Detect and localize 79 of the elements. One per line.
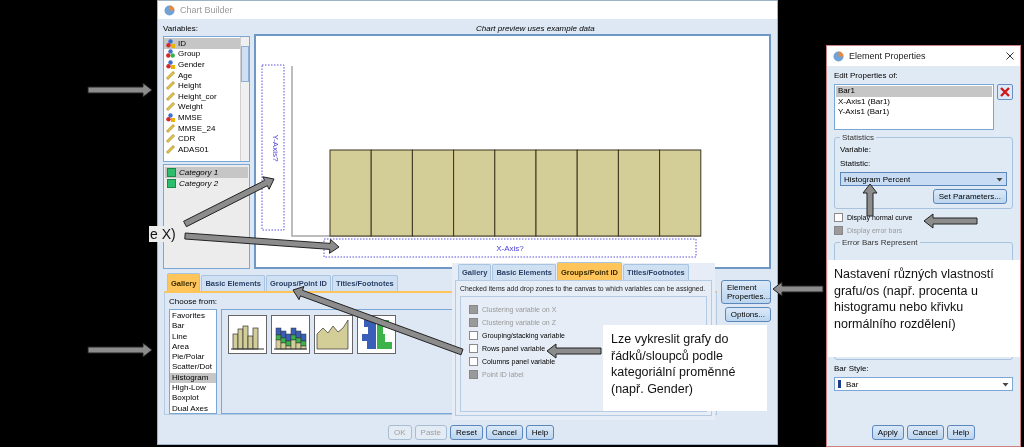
x-axis-drop-zone[interactable]: X-Axis? [323, 238, 697, 258]
chart-type-item[interactable]: Line [170, 331, 216, 342]
variable-item[interactable]: Weight [164, 101, 240, 113]
variable-item[interactable]: Height [164, 80, 240, 91]
chart-type-item[interactable]: High-Low [170, 383, 216, 394]
variable-item[interactable]: MMSE_24 [164, 122, 240, 134]
chart-type-item[interactable]: Pie/Polar [170, 352, 216, 363]
bar-style-label: Bar Style: [834, 363, 870, 374]
delete-button[interactable] [997, 84, 1013, 100]
statistic-label: Statistic: [840, 158, 872, 169]
variable-label: Variable: [840, 144, 872, 155]
dialog-button[interactable]: Help [946, 425, 976, 440]
element-item[interactable]: Y-Axis1 (Bar1) [836, 107, 992, 118]
callout-text-fragment: e X) [149, 226, 177, 242]
close-icon[interactable] [1006, 52, 1014, 60]
variable-item[interactable]: ADAS01 [164, 143, 240, 155]
arrow [87, 82, 153, 98]
element-item[interactable]: Bar1 [836, 86, 992, 97]
variables-label: Variables: [163, 23, 199, 34]
element-item[interactable]: X-Axis1 (Bar1) [836, 96, 992, 108]
string-variable-icon [166, 38, 175, 48]
edit-properties-label: Edit Properties of: [834, 70, 899, 81]
chart-type-item[interactable]: Bar [170, 321, 216, 332]
options-button[interactable]: Options... [724, 307, 771, 322]
bar-style-dropdown[interactable]: Bar [834, 377, 1013, 391]
choose-from-label: Choose from: [169, 296, 219, 307]
y-axis-drop-zone[interactable]: Y-Axis? [261, 64, 285, 231]
checkbox[interactable] [834, 212, 843, 222]
dropdown-arrow-icon [1002, 381, 1009, 387]
stacked-histogram-thumbnail[interactable] [271, 315, 310, 354]
checkbox[interactable] [469, 356, 478, 366]
app-icon [833, 50, 844, 62]
arrow [546, 343, 602, 359]
scrollbar[interactable] [240, 37, 249, 161]
histogram-thumbnail[interactable] [228, 315, 267, 354]
callout-note: Nastavení různých vlastností grafu/os (např. procenta u histogramu nebo křivku normálního rozdělení) [828, 260, 1020, 357]
set-parameters-button[interactable]: Set Parameters... [932, 189, 1007, 204]
chart-type-item[interactable]: Favorites [170, 311, 216, 322]
variable-item[interactable]: MMSE [164, 112, 240, 123]
category-item[interactable]: Category 1 [165, 167, 248, 178]
category-item[interactable]: Category 2 [165, 178, 248, 189]
chart-type-item[interactable]: Dual Axes [170, 403, 216, 414]
variable-item[interactable]: ID [164, 38, 240, 49]
string-variable-icon [166, 60, 175, 69]
variable-item[interactable]: Group [164, 48, 240, 60]
arrow [923, 213, 978, 229]
callout-note: Lze vykreslit grafy do řádků/sloupců podle kategoriální proměnné (např. Gender) [603, 325, 767, 411]
group-title: Statistics [841, 133, 875, 142]
checkbox[interactable] [469, 330, 478, 340]
chart-type-item[interactable]: Boxplot [170, 393, 216, 404]
chart-type-item[interactable]: Area [170, 341, 216, 353]
chart-type-item[interactable]: Scatter/Dot [170, 362, 216, 373]
arrow [772, 281, 824, 297]
bar-icon [838, 380, 841, 388]
checkbox[interactable] [469, 343, 478, 353]
arrow [87, 342, 153, 358]
dropdown-arrow-icon [996, 176, 1003, 182]
window-title: Chart Builder [180, 5, 233, 15]
element-properties-button[interactable]: Element Properties... [721, 280, 771, 304]
dialog-button[interactable]: Reset [450, 425, 483, 440]
statistic-dropdown[interactable]: Histogram Percent [840, 172, 1007, 186]
dialog-button[interactable]: Cancel [485, 425, 523, 440]
variable-item[interactable]: Age [164, 69, 240, 81]
variable-item[interactable]: Gender [164, 59, 240, 70]
group-title: Error Bars Represent [841, 238, 919, 247]
variable-item[interactable]: Height_cor [164, 90, 240, 102]
variable-item[interactable]: CDR [164, 133, 240, 144]
dialog-button[interactable]: Cancel [906, 425, 944, 440]
chart-type-item[interactable]: Histogram [170, 372, 216, 384]
dialog-button[interactable]: Apply [871, 425, 904, 440]
nominal-variable-icon [166, 49, 175, 59]
frequency-polygon-thumbnail[interactable] [314, 315, 353, 354]
arrow [862, 183, 878, 217]
preview-caption: Chart preview uses example data [475, 23, 596, 34]
app-icon [164, 4, 175, 16]
dialog-button[interactable]: Help [525, 425, 555, 440]
delete-icon [1000, 87, 1010, 97]
string-variable-icon [166, 112, 175, 122]
window-title: Element Properties [849, 51, 926, 61]
